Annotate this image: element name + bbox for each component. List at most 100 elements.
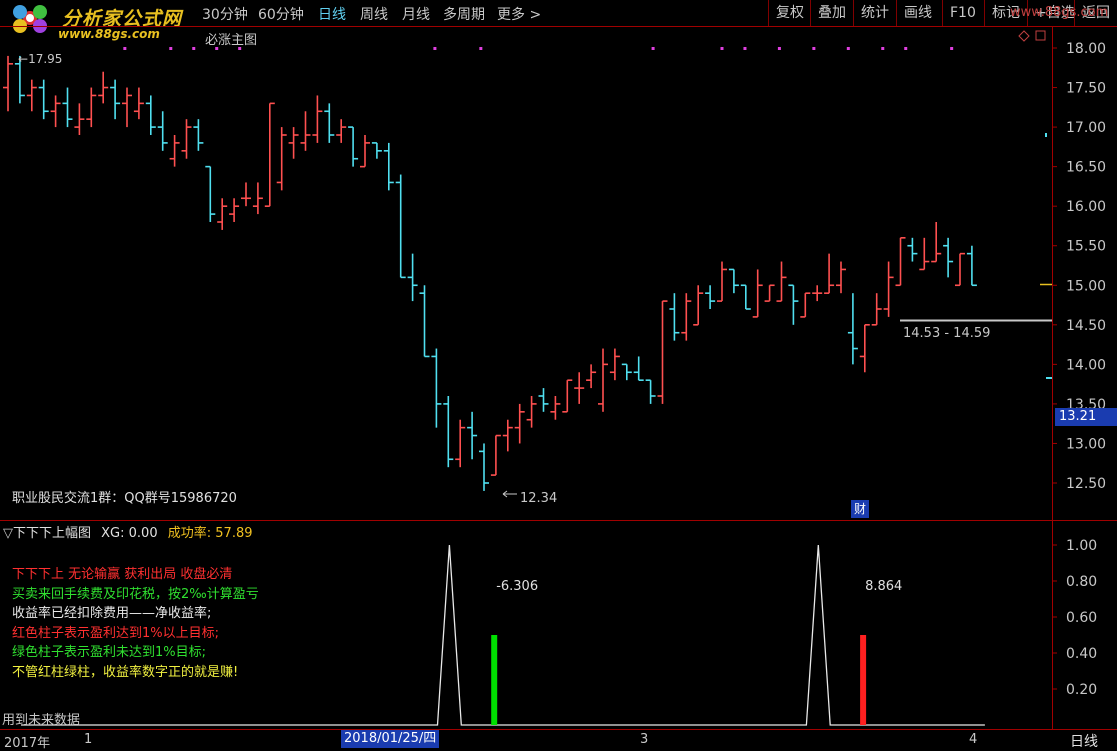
- candle: [633, 356, 644, 381]
- candle: [98, 71, 109, 104]
- result-bar: [860, 635, 867, 725]
- candle: [431, 348, 442, 428]
- xg-label: XG:: [101, 526, 125, 541]
- indicator-header: ▽下下下上幅图 XG: 0.00 成功率: 57.89: [3, 522, 253, 541]
- candle: [110, 79, 121, 120]
- y-tick-label: 16.00: [1066, 199, 1106, 215]
- tool-overlay-button[interactable]: 叠加: [810, 0, 853, 26]
- period-30min[interactable]: 30分钟: [202, 4, 248, 24]
- candle: [657, 300, 668, 404]
- candle: [455, 419, 466, 468]
- candle: [193, 119, 204, 151]
- candle: [26, 79, 37, 112]
- candle: [514, 403, 525, 444]
- collapse-triangle-icon[interactable]: ▽: [3, 526, 13, 541]
- candle: [479, 443, 489, 491]
- candle: [252, 182, 263, 215]
- indicator-note-line: 买卖来回手续费及印花税，按2‰计算盈亏: [12, 586, 259, 602]
- tool-f10-button[interactable]: F10: [942, 0, 983, 26]
- candle: [538, 388, 549, 412]
- y-tick-label: 12.50: [1066, 476, 1106, 492]
- y-tick-label: 0.60: [1066, 610, 1097, 626]
- candle: [229, 198, 240, 222]
- candle: [717, 261, 727, 302]
- diamond-icon: [1018, 30, 1030, 42]
- candle: [788, 284, 799, 325]
- window-icon: [1035, 30, 1046, 41]
- candle: [395, 174, 406, 279]
- candle: [157, 111, 168, 151]
- y-tick-label: 17.00: [1066, 120, 1106, 136]
- period-indicator[interactable]: 日线: [1070, 731, 1098, 751]
- candle: [86, 87, 97, 128]
- candle: [812, 285, 823, 302]
- indicator-note-line: 绿色柱子表示盈利未达到1%目标;: [12, 645, 207, 660]
- candle: [764, 284, 775, 302]
- candle: [621, 363, 632, 381]
- y-tick-label: 14.00: [1066, 357, 1106, 373]
- indicator-y-axis: 1.00 0.80 0.60 0.40 0.20: [1052, 538, 1097, 698]
- candle: [217, 198, 228, 230]
- period-60min[interactable]: 60分钟: [258, 4, 304, 24]
- flower-logo-icon: [13, 5, 47, 33]
- date-year-label: 2017年: [4, 736, 51, 751]
- candle: [38, 79, 49, 120]
- date-active-cursor: 2018/01/25/四: [341, 730, 440, 748]
- high-price-value: 17.95: [28, 52, 63, 66]
- current-price-tag: 13.21: [1055, 408, 1117, 426]
- period-multi[interactable]: 多周期: [443, 4, 485, 24]
- indicator-name[interactable]: 下下下上幅图: [13, 526, 91, 541]
- logo-url: www.88gs.com: [58, 27, 160, 41]
- y-tick-label: 17.50: [1066, 81, 1106, 97]
- finance-badge[interactable]: 财: [851, 500, 869, 518]
- candle: [336, 119, 347, 143]
- candle: [645, 379, 656, 404]
- candle: [312, 95, 323, 143]
- candle: [74, 103, 85, 135]
- marker-dot: [433, 47, 437, 50]
- period-weekly[interactable]: 周线: [360, 4, 388, 24]
- marker-dot: [904, 47, 908, 50]
- candle: [883, 261, 894, 317]
- candle: [264, 102, 275, 207]
- candle: [943, 237, 954, 278]
- y-tick-label: 1.00: [1066, 538, 1097, 554]
- period-daily[interactable]: 日线: [318, 4, 346, 24]
- candle: [800, 292, 811, 318]
- tool-fuquan-button[interactable]: 复权: [768, 0, 811, 26]
- candle: [740, 284, 751, 310]
- result-bar-label: 8.864: [865, 579, 902, 594]
- candle: [586, 364, 597, 389]
- candle: [550, 396, 561, 420]
- candle: [776, 261, 787, 302]
- marker-dot: [720, 47, 724, 50]
- y-tick-label: 13.00: [1066, 436, 1106, 452]
- y-tick-label: 0.80: [1066, 574, 1097, 590]
- period-monthly[interactable]: 月线: [402, 4, 430, 24]
- candle: [609, 348, 620, 381]
- marker-dot: [192, 47, 196, 50]
- marker-dot: [123, 47, 127, 50]
- tool-stats-button[interactable]: 统计: [853, 0, 896, 26]
- xg-value: 0.00: [128, 526, 158, 541]
- candle: [241, 182, 251, 207]
- y-tick-label: 14.50: [1066, 318, 1106, 334]
- candle: [276, 127, 287, 191]
- marker-dot: [777, 47, 781, 50]
- rate-label: 成功率:: [167, 526, 212, 541]
- candle: [836, 261, 846, 294]
- candle: [360, 135, 370, 168]
- marker-dot: [651, 47, 655, 50]
- candle: [859, 324, 870, 373]
- period-more[interactable]: 更多 >: [497, 4, 541, 24]
- candle: [824, 253, 835, 294]
- y-tick-label: 0.40: [1066, 646, 1097, 662]
- future-data-warning: 用到未来数据: [2, 713, 81, 728]
- y-tick-label: 15.00: [1066, 278, 1106, 294]
- candle-series: [3, 55, 977, 491]
- tool-draw-button[interactable]: 画线: [896, 0, 939, 26]
- candle: [847, 293, 858, 365]
- candle: [62, 87, 73, 128]
- high-price-label: ←17.95: [18, 52, 63, 66]
- candle: [300, 111, 311, 151]
